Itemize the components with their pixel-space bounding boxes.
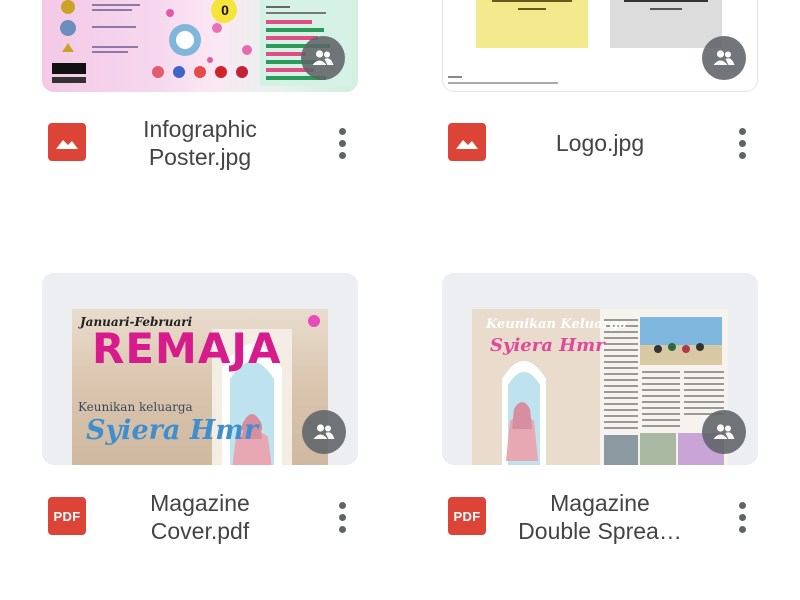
people-icon [702,410,746,454]
cover-title: REMAJA [92,324,282,373]
people-icon [302,410,346,454]
file-name[interactable]: Logo.jpg [508,113,692,173]
file-name-line1: Logo.jpg [555,130,645,156]
file-thumbnail[interactable] [442,0,758,92]
image-icon [48,123,86,161]
pdf-label: PDF [453,508,481,524]
file-thumbnail[interactable]: Keunikan Keluarga Syiera Hmr [442,273,758,465]
magazine-spread-preview: Keunikan Keluarga Syiera Hmr [472,309,728,465]
pdf-icon: PDF [48,497,86,535]
more-vert-icon[interactable] [732,123,752,163]
more-vert-icon[interactable] [332,497,352,537]
image-icon [448,123,486,161]
more-vert-icon[interactable] [732,497,752,537]
infographic-number: 0 [221,2,229,18]
file-name[interactable]: Magazine Double Sprea… [508,487,692,547]
file-name-line1: Magazine [550,490,650,516]
file-name-line1: Magazine [150,490,250,516]
more-vert-icon[interactable] [332,123,352,163]
cover-name: Syiera Hmr [86,415,259,446]
file-name[interactable]: Infographic Poster.jpg [108,113,292,173]
file-name-line2: Poster.jpg [148,144,252,170]
pdf-label: PDF [53,508,81,524]
file-name[interactable]: Magazine Cover.pdf [108,487,292,547]
file-thumbnail[interactable]: 0 [42,0,358,92]
spread-name: Syiera Hmr [490,335,605,356]
magazine-cover-preview: Januari-Februari REMAJA Keunikan keluarg… [72,309,328,465]
spread-title: Keunikan Keluarga [486,317,627,332]
file-name-line2: Cover.pdf [150,518,250,544]
cover-subtitle: Keunikan keluarga [78,400,193,414]
file-thumbnail[interactable]: Januari-Februari REMAJA Keunikan keluarg… [42,273,358,465]
people-icon [702,36,746,80]
pdf-icon: PDF [448,497,486,535]
people-icon [301,36,345,80]
file-name-line2: Double Sprea… [518,518,682,544]
file-name-line1: Infographic [143,116,257,142]
